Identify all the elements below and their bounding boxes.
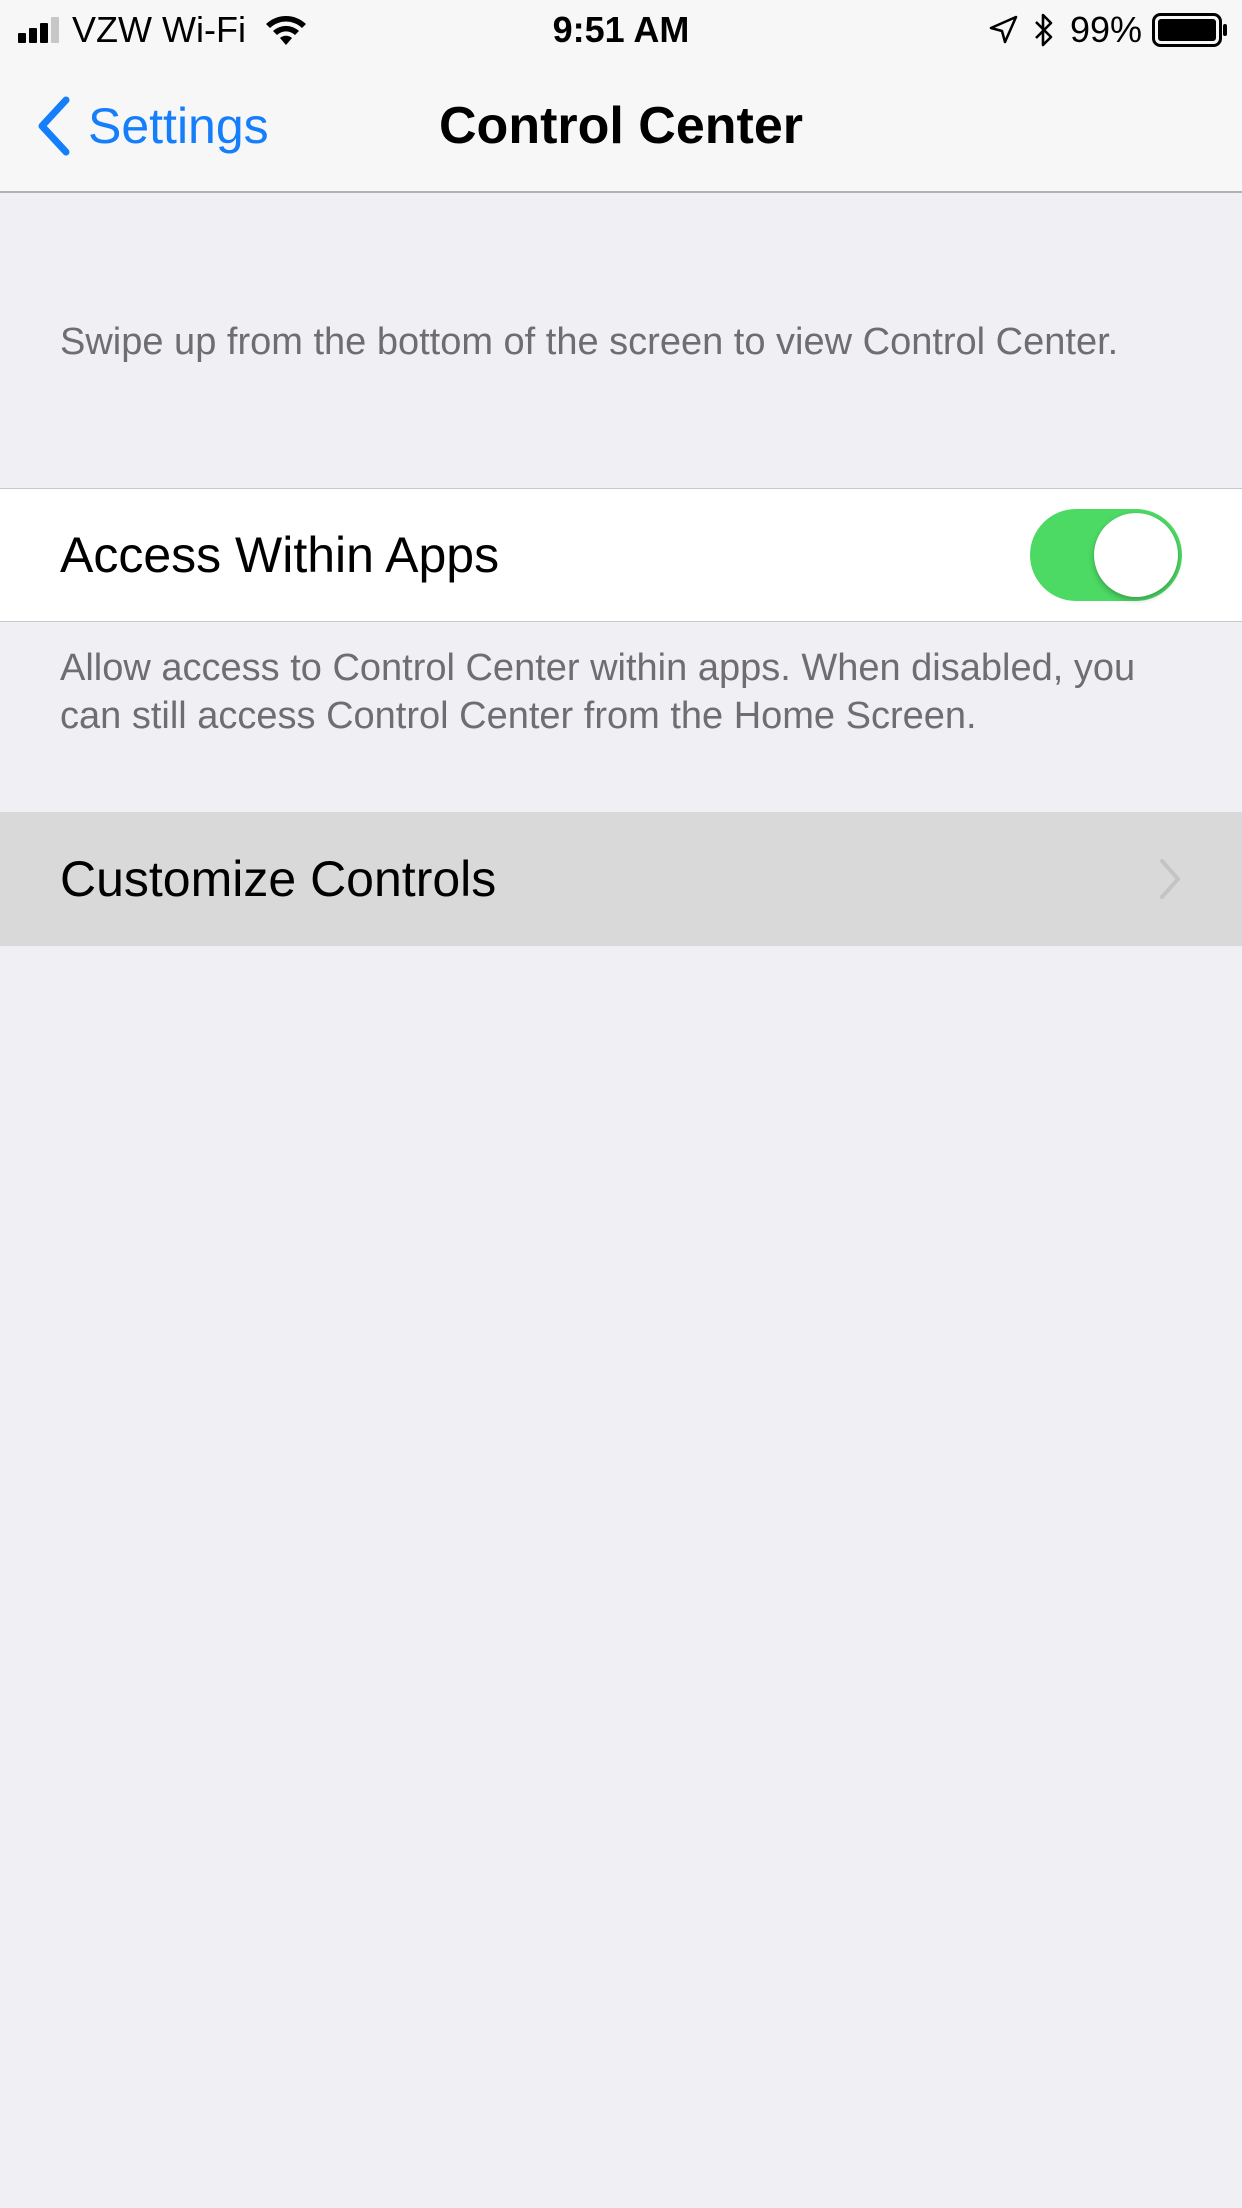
status-bar: VZW Wi-Fi 9:51 AM 99% bbox=[0, 0, 1242, 60]
customize-controls-row[interactable]: Customize Controls bbox=[0, 812, 1242, 946]
access-within-apps-row: Access Within Apps bbox=[0, 488, 1242, 622]
status-right: 99% bbox=[988, 10, 1228, 50]
location-arrow-icon bbox=[989, 15, 1018, 44]
access-within-apps-toggle[interactable] bbox=[1030, 509, 1182, 601]
toggle-knob bbox=[1094, 513, 1178, 597]
access-within-apps-description: Allow access to Control Center within ap… bbox=[60, 647, 1136, 737]
page-title: Control Center bbox=[439, 97, 803, 155]
chevron-right-icon bbox=[1160, 859, 1180, 899]
customize-controls-label: Customize Controls bbox=[60, 851, 497, 907]
battery-percent: 99% bbox=[1069, 9, 1142, 50]
battery-icon bbox=[1152, 13, 1227, 47]
access-within-apps-label: Access Within Apps bbox=[60, 527, 500, 583]
bluetooth-icon bbox=[1035, 13, 1053, 47]
navigation-bar: Settings Control Center bbox=[0, 60, 1242, 193]
header-description: Swipe up from the bottom of the screen t… bbox=[60, 321, 1119, 363]
